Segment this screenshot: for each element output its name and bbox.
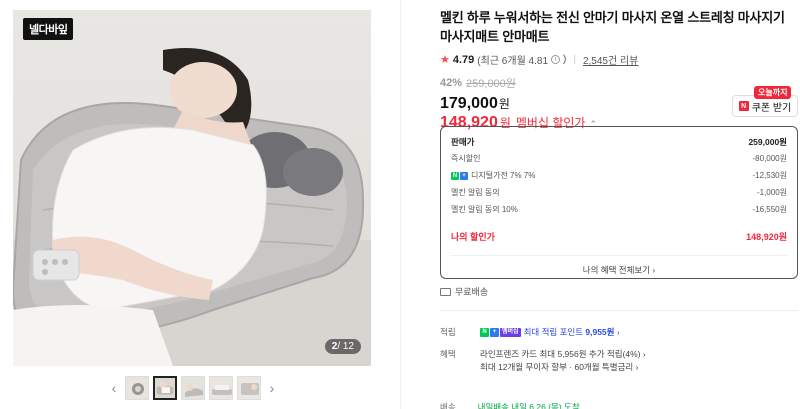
breakdown-row-label-text: 디지털가전 7% 7%: [471, 171, 536, 180]
points-row: 적립 N + 멤버십 최대 적립 포인트 9,955원 ›: [440, 326, 620, 339]
page-counter-total: / 12: [337, 341, 354, 352]
breakdown-row: 즉시할인 -80,000원: [451, 150, 787, 167]
rating-score: 4.79: [452, 53, 475, 66]
thumb-prev-arrow-icon[interactable]: ‹: [107, 377, 121, 399]
review-count-link[interactable]: 2,545건 리뷰: [583, 52, 638, 67]
breakdown-row: N + 디지털가전 7% 7% -12,530원: [451, 167, 787, 184]
installment-benefit-link[interactable]: 최대 12개월 무이자 할부 · 60개월 특별금리 ›: [480, 361, 646, 374]
breakdown-row-value: -80,000원: [752, 154, 788, 163]
benefits-values: 라인프렌즈 카드 최대 5,956원 추가 적립(4%) › 최대 12개월 무…: [480, 348, 646, 374]
product-photo: [13, 48, 371, 366]
truck-icon: [440, 287, 451, 296]
breakdown-header: 판매가 259,000원: [451, 133, 787, 150]
discount-rate: 42%: [440, 77, 463, 89]
benefits-row: 혜택 라인프렌즈 카드 최대 5,956원 추가 적립(4%) › 최대 12개…: [440, 348, 646, 374]
thumbnail-strip: ‹ ›: [107, 376, 279, 400]
breakdown-row-label: 멜킨 알림 동의: [451, 188, 500, 197]
thumbnail-2[interactable]: [153, 376, 177, 400]
benefits-label: 혜택: [440, 349, 456, 359]
breakdown-row: 멜킨 알림 동의 -1,000원: [451, 184, 787, 201]
my-discount-label: 나의 할인가: [451, 232, 495, 242]
discount-row: 42% 259,000원: [440, 75, 798, 91]
breakdown-row-label: N + 디지털가전 7% 7%: [451, 170, 535, 181]
points-value[interactable]: N + 멤버십 최대 적립 포인트 9,955원 ›: [480, 326, 620, 339]
rating-recent: (최근 6개월 4.81: [477, 56, 549, 67]
image-page-counter: 2/ 12: [324, 339, 361, 354]
price-breakdown-box: 판매가 259,000원 즉시할인 -80,000원 N + 디지털가전 7% 7%…: [440, 126, 798, 279]
breakdown-row-value: -16,550원: [752, 205, 788, 214]
brand-badge: 넬다바잎: [23, 18, 74, 40]
thumbnail-3[interactable]: [181, 376, 205, 400]
breakdown-row-label: 멜킨 알림 동의 10%: [451, 205, 518, 214]
star-icon: ★: [440, 54, 450, 66]
info-icon[interactable]: i: [551, 55, 561, 64]
rating-recent-close: ): [563, 54, 567, 65]
product-main-image[interactable]: 넬다바잎 2/ 12: [13, 10, 371, 366]
breakdown-row-label: 즉시할인: [451, 154, 481, 163]
chevron-right-icon: ›: [614, 327, 620, 337]
delivery-row: 배송 내일배송 내일 6.26 (목) 도착: [440, 401, 580, 409]
original-price: 259,000원: [466, 78, 516, 90]
points-label: 적립: [440, 327, 456, 337]
breakdown-row-value: -12,530원: [752, 171, 788, 180]
card-benefit-link[interactable]: 라인프렌즈 카드 최대 5,956원 추가 적립(4%) ›: [480, 348, 646, 361]
naver-plus-icon: N +: [451, 171, 468, 180]
thumb-next-arrow-icon[interactable]: ›: [265, 377, 279, 399]
product-title: 멜킨 하루 누워서하는 전신 안마기 마사지 온열 스트레칭 마사지기 마사지매…: [440, 10, 785, 44]
breakdown-header-label: 판매가: [451, 136, 475, 147]
shipping-label: 무료배송: [455, 287, 489, 297]
my-discount-value: 148,920원: [746, 232, 787, 242]
breakdown-header-value: 259,000원: [748, 136, 787, 147]
naver-plus-membership-icon: N + 멤버십: [480, 328, 521, 338]
points-text: 최대 적립 포인트: [523, 327, 586, 337]
breakdown-row-value: -1,000원: [756, 188, 787, 197]
thumbnail-5[interactable]: [237, 376, 261, 400]
points-amount: 9,955원: [585, 327, 615, 337]
today-only-tag: 오늘까지: [754, 86, 792, 99]
delivery-label: 배송: [440, 402, 456, 409]
coupon-label: 쿠폰 받기: [751, 102, 792, 114]
shipping-row: 무료배송: [440, 285, 488, 298]
breakdown-divider: [451, 255, 787, 256]
sale-price: 179,000: [440, 95, 498, 112]
my-discount-row: 나의 할인가 148,920원: [451, 228, 787, 245]
sale-price-unit: 원: [498, 97, 510, 111]
delivery-text[interactable]: 내일배송 내일 6.26 (목) 도착: [478, 401, 580, 409]
thumbnail-1[interactable]: [125, 376, 149, 400]
breakdown-row: 멜킨 알림 동의 10% -16,550원: [451, 201, 787, 218]
rating-row: ★ 4.79 (최근 6개월 4.81 i ) | 2,545건 리뷰: [440, 52, 798, 68]
section-divider: [440, 310, 798, 311]
rating-separator: |: [573, 54, 576, 65]
membership-badge-text: 멤버십: [500, 328, 521, 338]
column-divider: [400, 0, 401, 409]
thumbnail-4[interactable]: [209, 376, 233, 400]
view-all-benefits-link[interactable]: 나의 혜택 전체보기 ›: [451, 264, 787, 276]
points-link[interactable]: 최대 적립 포인트 9,955원 ›: [524, 327, 620, 337]
naver-logo-icon: N: [738, 101, 749, 111]
